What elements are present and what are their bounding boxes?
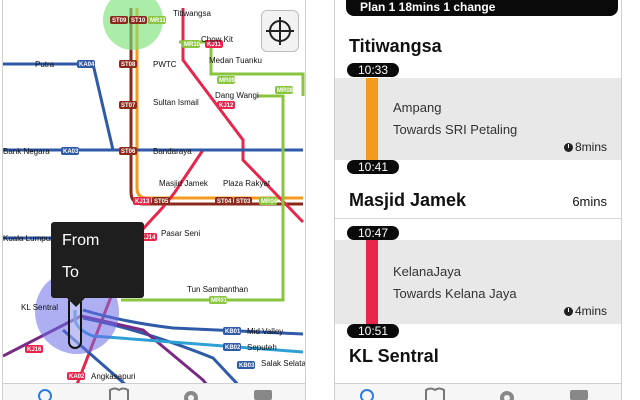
kelana-line-bar	[366, 240, 378, 324]
station-putra: Putra	[35, 60, 55, 69]
clock-icon	[563, 307, 573, 316]
stop-titiwangsa: Titiwangsa	[349, 36, 442, 56]
code-ST07: ST07	[121, 103, 136, 109]
code-MR10: MR10	[184, 42, 201, 48]
code-KB01: KB01	[225, 329, 241, 335]
route-plan-screen: Plan 1 18mins 1 change Titiwangsa 10:33 …	[334, 0, 622, 400]
code-ST08: ST08	[121, 62, 136, 68]
station-pwtc: PWTC	[153, 60, 177, 69]
code-KJ16: KJ16	[27, 347, 42, 353]
tab-bar	[335, 383, 621, 400]
tab-bar	[3, 383, 305, 400]
leg-line-name: Ampang	[393, 100, 442, 115]
from-option[interactable]: From	[62, 232, 99, 250]
code-MR04: MR04	[261, 199, 278, 205]
stop-masjid-jamek: Masjid Jamek	[349, 190, 467, 210]
depart-time: 10:33	[347, 63, 399, 77]
leg-duration: 4mins	[563, 304, 607, 318]
plan-header[interactable]: Plan 1 18mins 1 change	[346, 0, 618, 16]
search-tab-icon[interactable]	[355, 386, 379, 400]
station-kl-sentral: KL Sentral	[21, 303, 58, 312]
to-option[interactable]: To	[62, 264, 79, 282]
station-medan-tuanku: Medan Tuanku	[209, 56, 262, 65]
station-masjid-jamek: Masjid Jamek	[159, 179, 209, 188]
spacer	[622, 0, 640, 400]
from-to-popup[interactable]: From To	[51, 222, 144, 307]
station-tun-sambanthan: Tun Sambanthan	[187, 285, 248, 294]
code-ST03: ST03	[236, 199, 251, 205]
code-KB03: KB03	[239, 363, 255, 369]
transit-map[interactable]: ST09 ST10 MR11 KJ11 MR10 KA04 ST08 MR09 …	[3, 0, 305, 400]
leg-line-name: KelanaJaya	[393, 264, 461, 279]
book-tab-icon[interactable]	[423, 386, 447, 400]
code-KB02: KB02	[225, 345, 241, 351]
gear-tab-icon[interactable]	[495, 386, 519, 400]
origin-highlight	[103, 0, 163, 50]
station-chow-kit: Chow Kit	[201, 35, 234, 44]
locate-button[interactable]	[261, 10, 299, 52]
more-tab-icon[interactable]	[251, 386, 275, 400]
code-ST05: ST05	[154, 199, 169, 205]
station-salak-selatan: Salak Selatan	[261, 359, 305, 368]
transfer-duration: 6mins	[572, 194, 607, 209]
arrive-time-masjid-jamek: 10:41	[347, 160, 399, 174]
station-dang-wangi: Dang Wangi	[215, 91, 259, 100]
station-plaza-rakyat: Plaza Rakyat	[223, 179, 271, 188]
station-sultan-ismail: Sultan Ismail	[153, 98, 199, 107]
code-MR11: MR11	[150, 18, 166, 24]
gear-tab-icon[interactable]	[179, 386, 203, 400]
code-ST10: ST10	[131, 18, 146, 24]
leg-direction: Towards Kelana Jaya	[393, 286, 517, 301]
code-KA04: KA04	[79, 62, 95, 68]
code-MR08: MR08	[277, 88, 294, 94]
leg-duration: 8mins	[563, 140, 607, 154]
station-mid-valley: Mid Valley	[247, 327, 283, 336]
leg-direction: Towards SRI Petaling	[393, 122, 518, 137]
code-MR09: MR09	[219, 78, 236, 84]
code-ST04: ST04	[217, 199, 232, 205]
book-tab-icon[interactable]	[107, 386, 131, 400]
station-bandaraya: Bandaraya	[153, 147, 192, 156]
stop-kl-sentral: KL Sentral	[349, 346, 439, 366]
station-angkasapuri: Angkasapuri	[91, 372, 136, 381]
search-tab-icon[interactable]	[33, 386, 57, 400]
station-kuala-lumpur: Kuala Lumpur	[3, 234, 53, 243]
code-KJ13: KJ13	[135, 199, 150, 205]
station-pasar-seni: Pasar Seni	[161, 229, 200, 238]
station-titiwangsa: Titiwangsa	[173, 9, 211, 18]
divider	[335, 218, 621, 219]
more-tab-icon[interactable]	[567, 386, 591, 400]
crosshair-icon	[266, 17, 294, 45]
spacer	[306, 0, 332, 400]
station-bank-negara: Bank Negara	[3, 147, 50, 156]
depart-time-masjid-jamek: 10:47	[347, 226, 399, 240]
arrive-time-kl-sentral: 10:51	[347, 324, 399, 338]
code-ST09: ST09	[112, 18, 127, 24]
route-map-screen: ST09 ST10 MR11 KJ11 MR10 KA04 ST08 MR09 …	[2, 0, 306, 400]
clock-icon	[563, 143, 573, 152]
ampang-line-bar	[366, 78, 378, 160]
code-KJ12: KJ12	[219, 103, 234, 109]
code-MR01: MR01	[211, 298, 228, 304]
code-KA03: KA03	[63, 149, 79, 155]
station-seputeh: Seputeh	[247, 343, 277, 352]
leg-ampang[interactable]: Ampang Towards SRI Petaling 8mins	[335, 78, 621, 160]
leg-kelana-jaya[interactable]: KelanaJaya Towards Kelana Jaya 4mins	[335, 240, 621, 324]
code-ST06: ST06	[121, 149, 136, 155]
code-KA02: KA02	[69, 374, 85, 380]
